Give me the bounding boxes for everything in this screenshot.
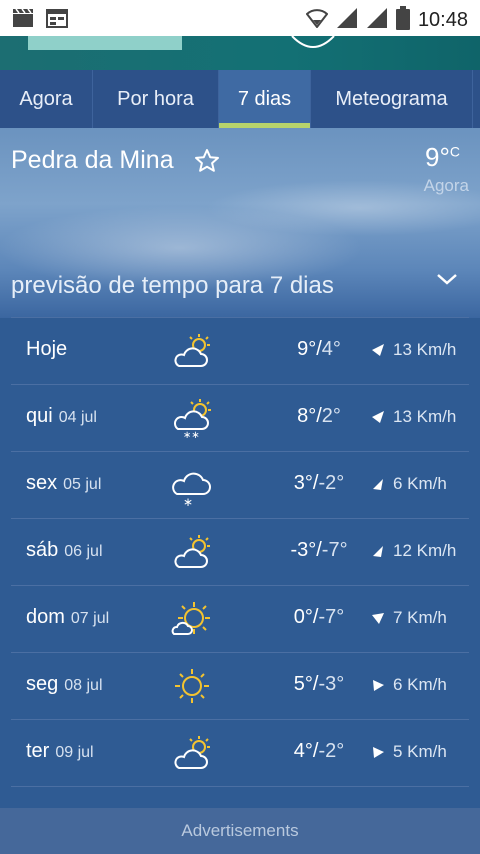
temperature-range: 8°/2° xyxy=(297,405,341,427)
forecast-row[interactable]: sex 05 jul ∗ 3°/-2° 6 Km/h xyxy=(11,451,469,518)
mostly-sunny-icon xyxy=(171,602,210,635)
tab-meteograma[interactable]: Meteograma xyxy=(311,70,473,128)
wind-info: 7 Km/h xyxy=(371,608,447,628)
temperature-range: 0°/-7° xyxy=(293,606,345,628)
temperature-range: 3°/-2° xyxy=(293,472,345,494)
current-label: Agora xyxy=(423,176,469,195)
tab-por-hora[interactable]: Por hora xyxy=(93,70,219,128)
battery-icon xyxy=(395,6,410,35)
clapperboard-icon xyxy=(12,8,34,33)
wind-direction-icon xyxy=(372,411,384,423)
wind-direction-icon xyxy=(373,680,384,691)
status-bar: 10:48 xyxy=(0,0,480,36)
calendar-icon xyxy=(46,8,68,33)
wind-direction-icon xyxy=(373,479,383,490)
wind-info: 6 Km/h xyxy=(371,675,447,695)
wind-info: 13 Km/h xyxy=(371,340,456,360)
banner-emblem-icon xyxy=(291,36,335,48)
clock-time: 10:48 xyxy=(417,9,468,31)
day-label: ter 09 jul xyxy=(26,740,94,762)
partly-cloudy-icon xyxy=(174,535,210,568)
day-label: seg 08 jul xyxy=(26,673,103,695)
wind-direction-icon xyxy=(373,747,384,758)
partly-cloudy-icon xyxy=(174,736,210,769)
day-label: Hoje xyxy=(26,338,68,360)
wind-info: 13 Km/h xyxy=(371,407,456,427)
banner-graphic xyxy=(28,36,182,50)
tab-agora[interactable]: Agora xyxy=(0,70,93,128)
wind-info: 6 Km/h xyxy=(371,474,447,494)
tab-7-dias[interactable]: 7 dias xyxy=(219,70,311,128)
temperature-range: 9°/4° xyxy=(297,338,341,360)
ad-banner-top[interactable] xyxy=(0,36,480,70)
forecast-row[interactable]: seg 08 jul 5°/-3° 6 Km/h xyxy=(11,652,469,719)
tab-bar: Agora Por hora 7 dias Meteograma xyxy=(0,70,480,128)
wind-direction-icon xyxy=(372,613,384,624)
temperature-range: 5°/-3° xyxy=(293,673,345,695)
day-label: sex 05 jul xyxy=(26,472,102,494)
forecast-row[interactable]: sáb 06 jul -3°/-7° 12 Km/h xyxy=(11,518,469,585)
day-label: qui 04 jul xyxy=(26,405,97,427)
chevron-down-icon[interactable] xyxy=(436,272,458,291)
wind-direction-icon xyxy=(373,546,383,557)
advertisements-bar[interactable]: Advertisements xyxy=(0,808,480,854)
favorite-star-icon[interactable] xyxy=(194,148,220,179)
forecast-title: previsão de tempo para 7 dias xyxy=(11,272,334,299)
signal-icon xyxy=(336,7,358,34)
wind-info: 5 Km/h xyxy=(371,742,447,762)
temperature-range: -3°/-7° xyxy=(290,539,348,561)
svg-text:∗∗: ∗∗ xyxy=(183,430,200,441)
day-label: sáb 06 jul xyxy=(26,539,103,561)
location-name: Pedra da Mina xyxy=(11,146,174,174)
wind-info: 12 Km/h xyxy=(371,541,456,561)
day-label: dom 07 jul xyxy=(26,606,110,628)
wifi-icon xyxy=(305,8,329,33)
svg-text:∗: ∗ xyxy=(183,495,193,508)
forecast-row[interactable]: ter 09 jul 4°/-2° 5 Km/h xyxy=(11,719,469,787)
forecast-list: Hoje 9°/4° 13 Km/h qui 04 jul ∗∗ 8°/2° 13… xyxy=(11,317,469,787)
snow-cloud-icon: ∗ xyxy=(172,472,211,508)
snow-partly-cloudy-icon: ∗∗ xyxy=(173,399,211,441)
forecast-row[interactable]: dom 07 jul 0°/-7° 7 Km/h xyxy=(11,585,469,652)
wind-direction-icon xyxy=(372,344,384,356)
signal-icon xyxy=(366,7,388,34)
forecast-row[interactable]: qui 04 jul ∗∗ 8°/2° 13 Km/h xyxy=(11,384,469,451)
forecast-row[interactable]: Hoje 9°/4° 13 Km/h xyxy=(11,317,469,384)
current-temperature: 9°C xyxy=(425,142,460,172)
partly-cloudy-icon xyxy=(174,334,210,367)
sun-icon xyxy=(175,669,209,703)
temperature-range: 4°/-2° xyxy=(293,740,345,762)
